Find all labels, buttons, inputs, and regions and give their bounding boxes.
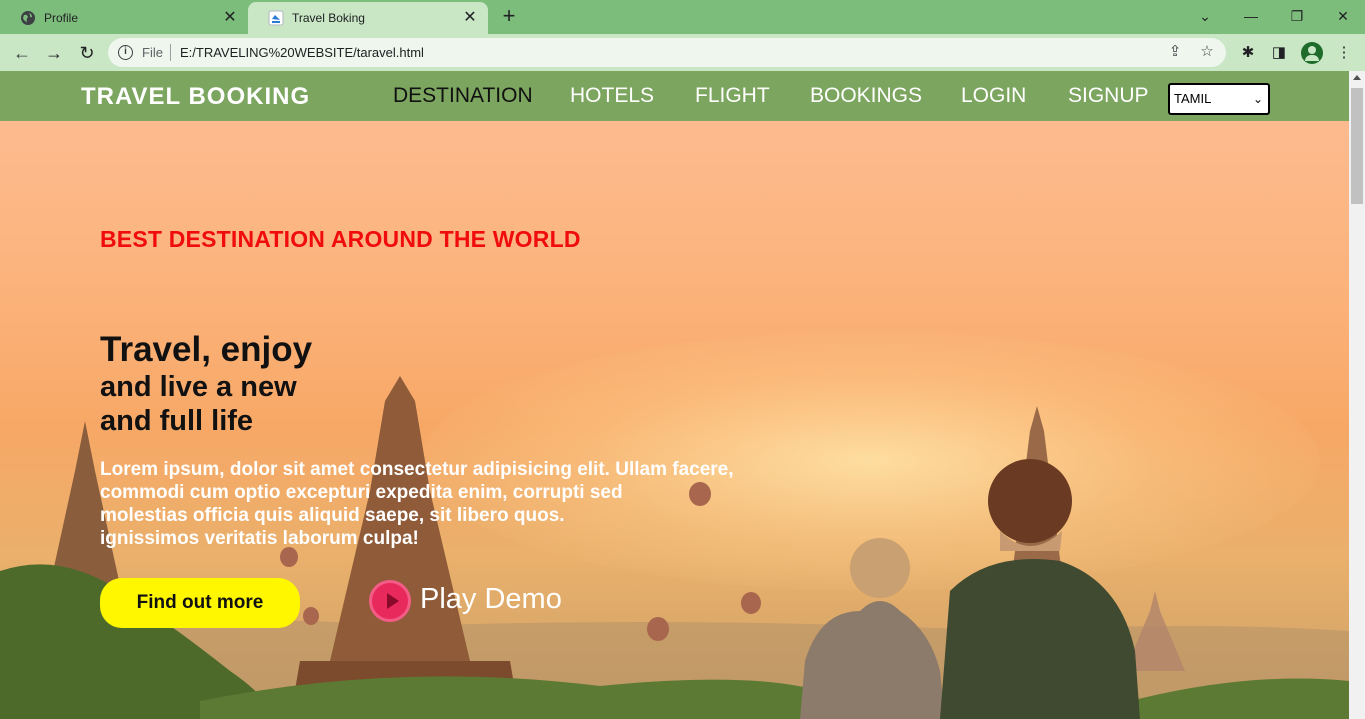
nav-signup[interactable]: SIGNUP (1068, 84, 1149, 108)
reload-icon[interactable]: ↻ (75, 41, 99, 65)
tab-title: Profile (44, 11, 79, 25)
browser-toolbar: ← → ↻ i File E:/TRAVELING%20WEBSITE/tara… (0, 34, 1365, 71)
new-tab-icon[interactable]: + (498, 5, 520, 28)
nav-bookings[interactable]: BOOKINGS (810, 84, 922, 108)
scrollbar-thumb[interactable] (1351, 88, 1363, 204)
hero-description-line: Lorem ipsum, dolor sit amet consectetur … (100, 459, 734, 480)
tab-search-chevron-icon[interactable]: ⌄ (1182, 4, 1228, 28)
hero-headline-line-3: and full life (100, 405, 254, 437)
language-selected: TAMIL (1174, 91, 1212, 106)
hero-tagline: BEST DESTINATION AROUND THE WORLD (100, 226, 581, 252)
site-info-icon[interactable]: i (118, 45, 133, 60)
forward-icon[interactable]: → (42, 41, 66, 65)
divider (170, 44, 171, 61)
site-navbar: TRAVEL BOOKING DESTINATION HOTELS FLIGHT… (0, 71, 1349, 121)
language-select[interactable]: TAMIL ⌄ (1168, 83, 1270, 115)
nav-login[interactable]: LOGIN (961, 84, 1026, 108)
page-favicon-icon (268, 10, 284, 26)
browser-tab-bar: Profile ✕ Travel Boking ✕ + ⌄ — ❐ ✕ (0, 0, 1365, 34)
find-out-more-button[interactable]: Find out more (100, 578, 300, 628)
minimize-icon[interactable]: — (1228, 4, 1274, 28)
globe-icon (21, 11, 35, 25)
tab-travel-boking[interactable]: Travel Boking ✕ (248, 2, 488, 34)
hero-headline-line-1: Travel, enjoy (100, 330, 313, 369)
hero-headline-line-2: and live a new (100, 371, 297, 403)
nav-flight[interactable]: FLIGHT (695, 84, 770, 108)
site-logo[interactable]: TRAVEL BOOKING (81, 83, 310, 111)
nav-destination[interactable]: DESTINATION (393, 84, 533, 108)
share-icon[interactable]: ⇪ (1166, 43, 1184, 61)
hero-description: Lorem ipsum, dolor sit amet consectetur … (100, 458, 800, 550)
tab-profile[interactable]: Profile ✕ (0, 2, 248, 34)
close-window-icon[interactable]: ✕ (1320, 4, 1365, 28)
side-panel-icon[interactable]: ◨ (1268, 42, 1290, 64)
hero-description-line: ignissimos veritatis laborum culpa! (100, 528, 419, 549)
close-tab-icon[interactable]: ✕ (222, 10, 238, 26)
page-viewport: TRAVEL BOOKING DESTINATION HOTELS FLIGHT… (0, 71, 1349, 719)
address-bar[interactable]: i File E:/TRAVELING%20WEBSITE/taravel.ht… (108, 38, 1226, 67)
url-text[interactable]: E:/TRAVELING%20WEBSITE/taravel.html (180, 45, 424, 60)
menu-kebab-icon[interactable]: ⋮ (1333, 42, 1355, 64)
hero-description-line: commodi cum optio excepturi expedita eni… (100, 482, 623, 503)
hero-description-line: molestias officia quis aliquid saepe, si… (100, 505, 565, 526)
back-icon[interactable]: ← (10, 41, 34, 65)
chevron-down-icon: ⌄ (1252, 92, 1263, 106)
bookmark-star-icon[interactable]: ☆ (1198, 43, 1216, 61)
close-tab-icon[interactable]: ✕ (462, 10, 478, 26)
play-icon[interactable] (369, 580, 411, 622)
scroll-up-icon[interactable] (1353, 75, 1361, 80)
page-scrollbar[interactable] (1349, 71, 1365, 719)
restore-icon[interactable]: ❐ (1274, 4, 1320, 28)
tab-title: Travel Boking (292, 11, 365, 25)
play-demo-link[interactable]: Play Demo (420, 583, 562, 616)
nav-hotels[interactable]: HOTELS (570, 84, 654, 108)
profile-avatar-icon[interactable] (1301, 42, 1323, 64)
extensions-puzzle-icon[interactable]: ✱ (1237, 42, 1259, 64)
scheme-label: File (142, 45, 163, 60)
